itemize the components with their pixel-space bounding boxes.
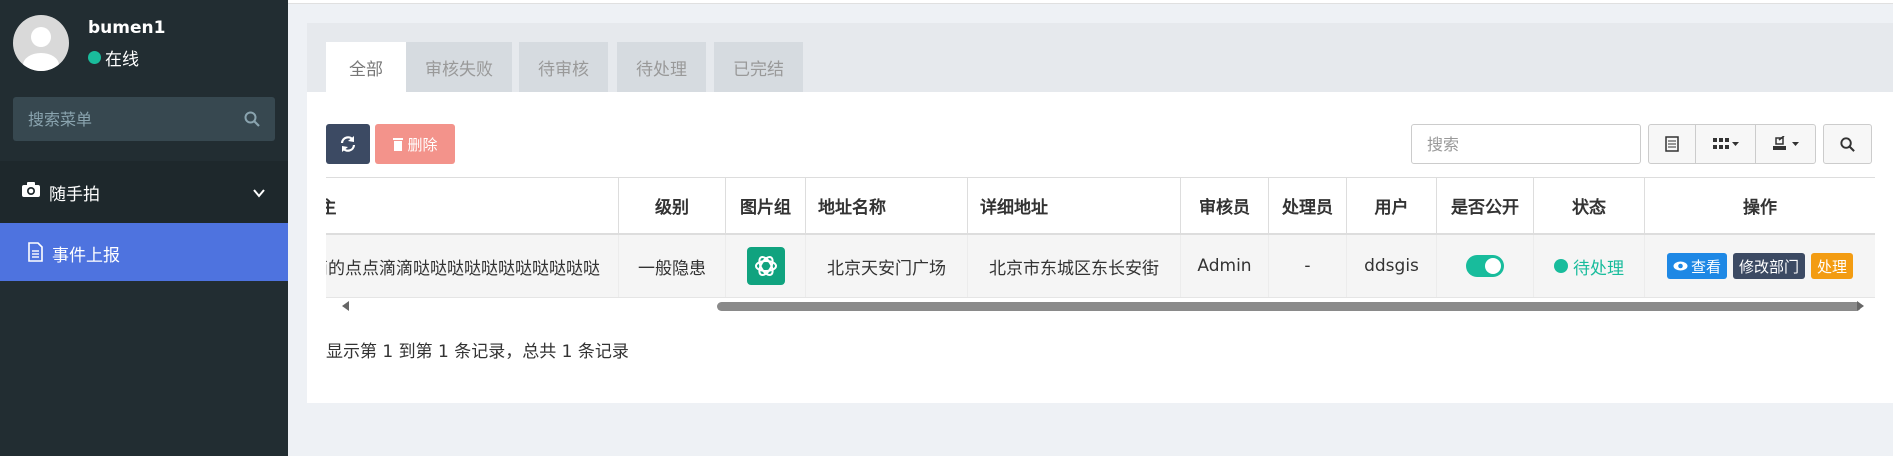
- online-dot-icon: [88, 51, 101, 64]
- horizontal-scrollbar[interactable]: [326, 298, 1875, 312]
- col-status[interactable]: 状态: [1533, 178, 1644, 233]
- scrollbar-thumb[interactable]: [717, 302, 1861, 311]
- tab-pending-process[interactable]: 待处理: [617, 42, 706, 92]
- cell-public: [1436, 235, 1533, 297]
- sidebar-item-label: 事件上报: [52, 246, 120, 266]
- scroll-right-icon[interactable]: [1857, 301, 1864, 311]
- sidebar: bumen1 在线 随手拍 事件上报: [0, 0, 288, 456]
- delete-label: 删除: [407, 135, 438, 154]
- table-search-input[interactable]: [1412, 125, 1640, 163]
- status-dot-icon: [1554, 259, 1568, 273]
- advanced-search-button[interactable]: [1823, 124, 1872, 164]
- camera-icon: [22, 182, 40, 197]
- refresh-button[interactable]: [326, 124, 370, 164]
- status-badge: 待处理: [1554, 254, 1624, 279]
- chevron-down-icon: [253, 189, 265, 198]
- view-label: 查看: [1690, 257, 1721, 276]
- openai-logo-icon: [754, 255, 777, 277]
- col-reviewer[interactable]: 审核员: [1180, 178, 1268, 233]
- table-search: [1411, 124, 1641, 164]
- image-thumbnail[interactable]: [746, 247, 785, 285]
- cell-title: 滴滴的点点滴滴哒哒哒哒哒哒哒哒哒哒哒: [326, 258, 600, 279]
- export-button[interactable]: [1755, 124, 1816, 164]
- cell-status: 待处理: [1533, 235, 1644, 297]
- scroll-left-icon[interactable]: [342, 301, 349, 311]
- cell-level: 一般隐患: [618, 235, 725, 297]
- tab-bar: 全部 审核失败 待审核 待处理 已完结: [307, 23, 1893, 92]
- cell-handler: -: [1268, 235, 1346, 297]
- trash-icon: [393, 138, 404, 151]
- cell-address-name: 北京天安门广场: [805, 235, 967, 297]
- cell-address-detail: 北京市东城区东长安街: [967, 235, 1180, 297]
- tab-all[interactable]: 全部: [326, 42, 406, 92]
- table-header: 主 级别 图片组 地址名称 详细地址 审核员 处理员 用户 是否公开 状态 操作: [326, 177, 1875, 235]
- grid-icon: [1712, 138, 1739, 149]
- user-status-label: 在线: [105, 50, 139, 70]
- handle-button[interactable]: 处理: [1811, 253, 1854, 279]
- search-icon: [1840, 136, 1855, 152]
- col-title[interactable]: 主: [326, 178, 338, 233]
- top-header-edge: [288, 0, 1893, 4]
- cell-actions: 查看 修改部门 处理: [1644, 235, 1875, 297]
- user-status: 在线: [88, 45, 139, 70]
- col-images[interactable]: 图片组: [725, 178, 805, 233]
- sidebar-group-suishoupai[interactable]: 随手拍: [0, 161, 288, 223]
- document-icon: [28, 242, 43, 262]
- cell-reviewer: Admin: [1180, 235, 1268, 297]
- table-row[interactable]: 滴滴的点点滴滴哒哒哒哒哒哒哒哒哒哒哒 一般隐患 北京天安门广场 北京市东城区东长…: [326, 235, 1875, 298]
- col-user[interactable]: 用户: [1346, 178, 1436, 233]
- cell-images: [725, 235, 805, 297]
- col-actions: 操作: [1644, 178, 1875, 233]
- status-label: 待处理: [1573, 258, 1624, 279]
- avatar: [13, 15, 69, 71]
- view-button[interactable]: 查看: [1666, 253, 1727, 279]
- eye-icon: [1673, 261, 1688, 271]
- cell-user: ddsgis: [1346, 235, 1436, 297]
- columns-button[interactable]: [1695, 124, 1756, 164]
- search-icon[interactable]: [243, 110, 261, 128]
- content-panel: 全部 审核失败 待审核 待处理 已完结 删除 主 级别 图片组 地址名称 详细地…: [307, 23, 1893, 403]
- public-toggle[interactable]: [1466, 255, 1504, 277]
- sidebar-item-event-report[interactable]: 事件上报: [0, 223, 288, 281]
- col-address-detail[interactable]: 详细地址: [967, 178, 1180, 233]
- col-handler[interactable]: 处理员: [1268, 178, 1346, 233]
- menu-search-input[interactable]: [13, 97, 233, 141]
- user-name: bumen1: [88, 18, 166, 38]
- col-address-name[interactable]: 地址名称: [805, 178, 967, 233]
- pagination-summary: 显示第 1 到第 1 条记录，总共 1 条记录: [326, 342, 629, 362]
- col-level[interactable]: 级别: [618, 178, 725, 233]
- col-public[interactable]: 是否公开: [1436, 178, 1533, 233]
- edit-department-button[interactable]: 修改部门: [1732, 253, 1805, 279]
- export-icon: [1772, 136, 1799, 150]
- sidebar-group-label: 随手拍: [49, 185, 100, 205]
- refresh-icon: [340, 136, 356, 152]
- table-view-icon: [1665, 136, 1679, 152]
- menu-search: [13, 97, 275, 141]
- delete-button[interactable]: 删除: [375, 124, 455, 164]
- tab-review-failed[interactable]: 审核失败: [406, 42, 512, 92]
- toggle-view-button[interactable]: [1648, 124, 1696, 164]
- tab-pending-review[interactable]: 待审核: [519, 42, 608, 92]
- tab-completed[interactable]: 已完结: [714, 42, 803, 92]
- user-panel: bumen1 在线: [0, 0, 288, 82]
